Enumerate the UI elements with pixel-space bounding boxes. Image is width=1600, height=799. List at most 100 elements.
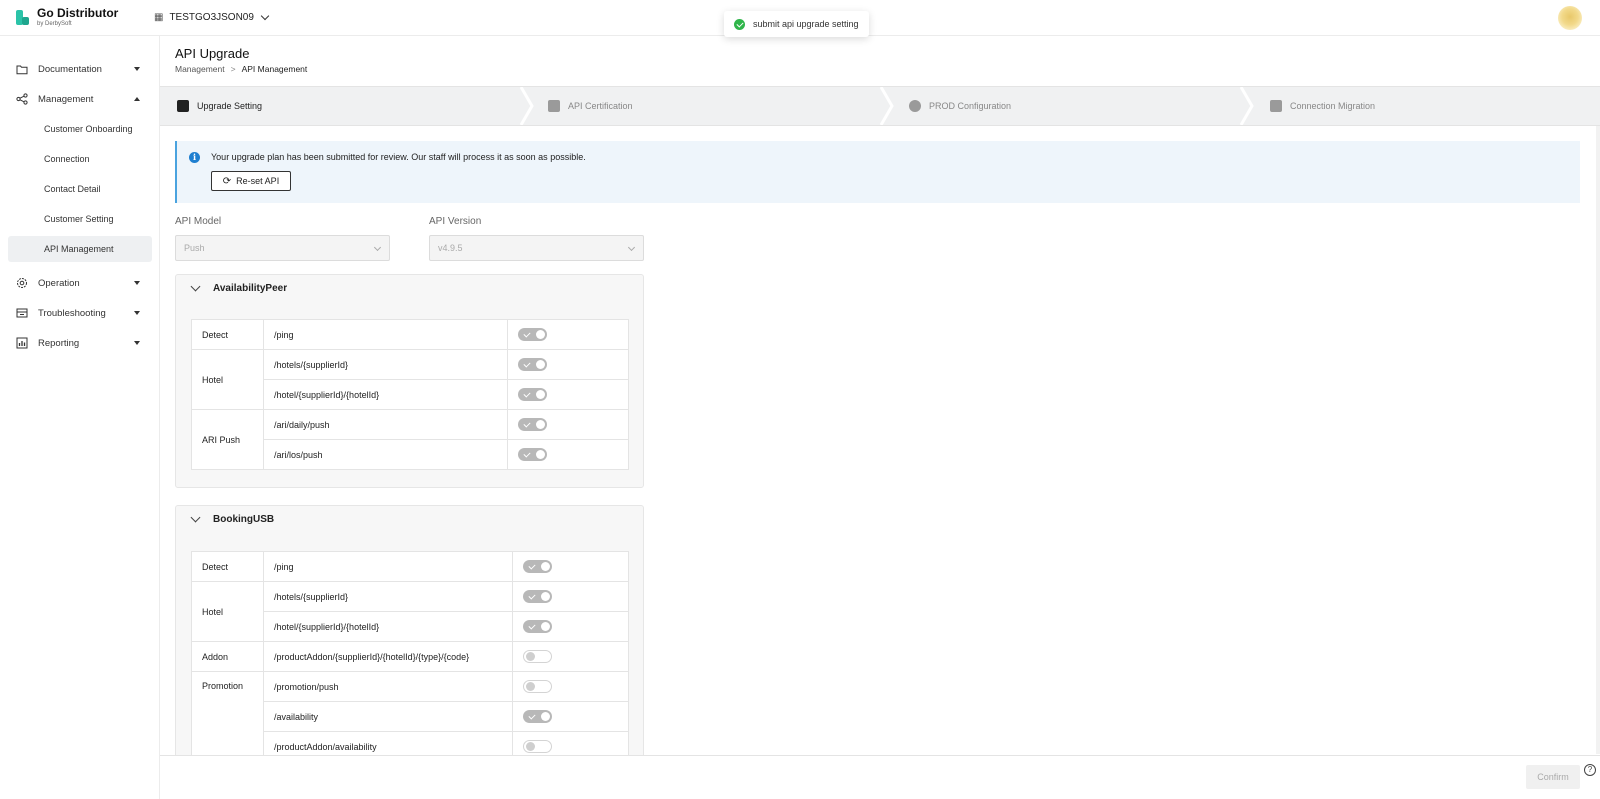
sidebar-item-label: Operation (38, 277, 80, 289)
path-cell: /ping (263, 551, 513, 582)
help-icon[interactable]: ? (1584, 764, 1596, 776)
sidebar-subitem-customer-setting[interactable]: Customer Setting (8, 206, 152, 232)
endpoint-toggle[interactable] (518, 388, 547, 401)
group-cell: Promotion (191, 671, 264, 762)
logo-icon (16, 10, 29, 25)
notice-message: Your upgrade plan has been submitted for… (211, 152, 586, 162)
step-upgrade-setting[interactable]: Upgrade Setting (177, 87, 262, 125)
confirm-button[interactable]: Confirm (1526, 765, 1580, 789)
table-row: Hotel /hotels/{supplierId} (191, 581, 629, 642)
info-icon: i (189, 152, 200, 163)
chevron-down-icon (190, 281, 201, 292)
sidebar-subitem-api-management[interactable]: API Management (8, 236, 152, 262)
sidebar: Documentation Management Customer Onboar… (0, 36, 160, 799)
app-logo[interactable]: Go Distributor by DerbySoft (16, 7, 136, 28)
api-model-select[interactable]: Push (175, 235, 390, 261)
caret-down-icon (134, 311, 140, 315)
api-table: Detect /ping Hotel /hotels/{supplierId} … (191, 551, 629, 762)
sidebar-item-management[interactable]: Management (8, 86, 152, 112)
chevron-down-icon (190, 512, 201, 523)
main-content: API Upgrade Management > API Management Up… (160, 36, 1600, 799)
endpoint-toggle[interactable] (523, 740, 552, 753)
sidebar-subitem-connection[interactable]: Connection (8, 146, 152, 172)
group-cell: ARI Push (191, 409, 264, 470)
step-connection-migration[interactable]: Connection Migration (1270, 87, 1375, 125)
settings-box-icon (177, 100, 189, 112)
sliders-icon (548, 100, 560, 112)
caret-down-icon (134, 67, 140, 71)
api-version-value: v4.9.5 (438, 243, 463, 253)
toggle-cell (507, 349, 629, 380)
share-icon (16, 93, 28, 105)
reset-api-button[interactable]: ⟳ Re-set API (211, 171, 291, 191)
chevron-down-icon (373, 243, 382, 252)
step-divider (1240, 87, 1254, 125)
sidebar-item-label: Reporting (38, 337, 80, 349)
breadcrumb-separator: > (230, 64, 236, 74)
scrollbar[interactable] (1596, 126, 1600, 754)
table-row: Addon /productAddon/{supplierId}/{hotelI… (191, 641, 629, 672)
section-title: BookingUSB (213, 514, 275, 525)
endpoint-toggle[interactable] (523, 560, 552, 573)
toolbox-icon (16, 307, 28, 319)
endpoint-toggle[interactable] (523, 680, 552, 693)
step-api-certification[interactable]: API Certification (548, 87, 633, 125)
step-divider (520, 87, 534, 125)
reset-api-label: Re-set API (236, 176, 280, 186)
refresh-icon: ⟳ (222, 175, 232, 187)
endpoint-toggle[interactable] (518, 328, 547, 341)
sidebar-item-troubleshooting[interactable]: Troubleshooting (8, 300, 152, 326)
step-prod-configuration[interactable]: PROD Configuration (909, 87, 1011, 125)
toggle-cell (512, 641, 629, 672)
table-row: Detect /ping (191, 551, 629, 582)
check-circle-icon (734, 18, 745, 30)
endpoint-toggle[interactable] (518, 448, 547, 461)
toggle-cell (512, 551, 629, 582)
upgrade-steps: Upgrade Setting API Certification PROD C… (160, 86, 1600, 126)
toggle-cell (512, 611, 629, 642)
success-toast: submit api upgrade setting (724, 11, 869, 37)
sidebar-item-reporting[interactable]: Reporting (8, 330, 152, 356)
endpoint-toggle[interactable] (523, 590, 552, 603)
path-cell: /hotels/{supplierId} (263, 581, 513, 612)
section-header[interactable]: AvailabilityPeer (190, 281, 287, 294)
caret-down-icon (134, 281, 140, 285)
api-model-value: Push (184, 243, 205, 253)
section-bookingusb: BookingUSB Detect /ping Hotel /hotels/{s… (175, 505, 644, 765)
section-header[interactable]: BookingUSB (190, 512, 275, 525)
api-version-select[interactable]: v4.9.5 (429, 235, 644, 261)
app-name: Go Distributor (37, 6, 119, 20)
toggle-cell (507, 439, 629, 470)
table-row: ARI Push /ari/daily/push (191, 409, 629, 470)
endpoint-toggle[interactable] (523, 650, 552, 663)
sidebar-subitem-contact-detail[interactable]: Contact Detail (8, 176, 152, 202)
sidebar-item-label: Documentation (38, 63, 102, 75)
footer-bar: Confirm ? (160, 755, 1600, 799)
step-label: Connection Migration (1290, 101, 1376, 111)
step-label: Upgrade Setting (197, 101, 263, 111)
sidebar-item-operation[interactable]: Operation (8, 270, 152, 296)
path-cell: /availability (263, 701, 513, 732)
tenant-name: TESTGO3JSON09 (169, 12, 254, 23)
step-label: API Certification (568, 101, 633, 111)
toggle-cell (507, 319, 629, 350)
toggle-cell (512, 581, 629, 612)
toggle-cell (512, 701, 629, 732)
sidebar-subitem-customer-onboarding[interactable]: Customer Onboarding (8, 116, 152, 142)
page-title: API Upgrade (175, 46, 250, 61)
endpoint-toggle[interactable] (523, 620, 552, 633)
tenant-selector[interactable]: ▦ TESTGO3JSON09 (154, 11, 270, 23)
table-row: Promotion /promotion/push (191, 671, 629, 762)
path-cell: /hotel/{supplierId}/{hotelId} (263, 611, 513, 642)
api-version-label: API Version (429, 216, 482, 227)
sidebar-item-documentation[interactable]: Documentation (8, 56, 152, 82)
avatar[interactable] (1558, 6, 1582, 30)
path-cell: /hotel/{supplierId}/{hotelId} (263, 379, 508, 410)
group-cell: Detect (191, 319, 264, 350)
breadcrumb-current: API Management (241, 64, 308, 74)
endpoint-toggle[interactable] (518, 418, 547, 431)
endpoint-toggle[interactable] (518, 358, 547, 371)
breadcrumb-parent[interactable]: Management (175, 64, 225, 74)
endpoint-toggle[interactable] (523, 710, 552, 723)
cog-icon (909, 100, 921, 112)
